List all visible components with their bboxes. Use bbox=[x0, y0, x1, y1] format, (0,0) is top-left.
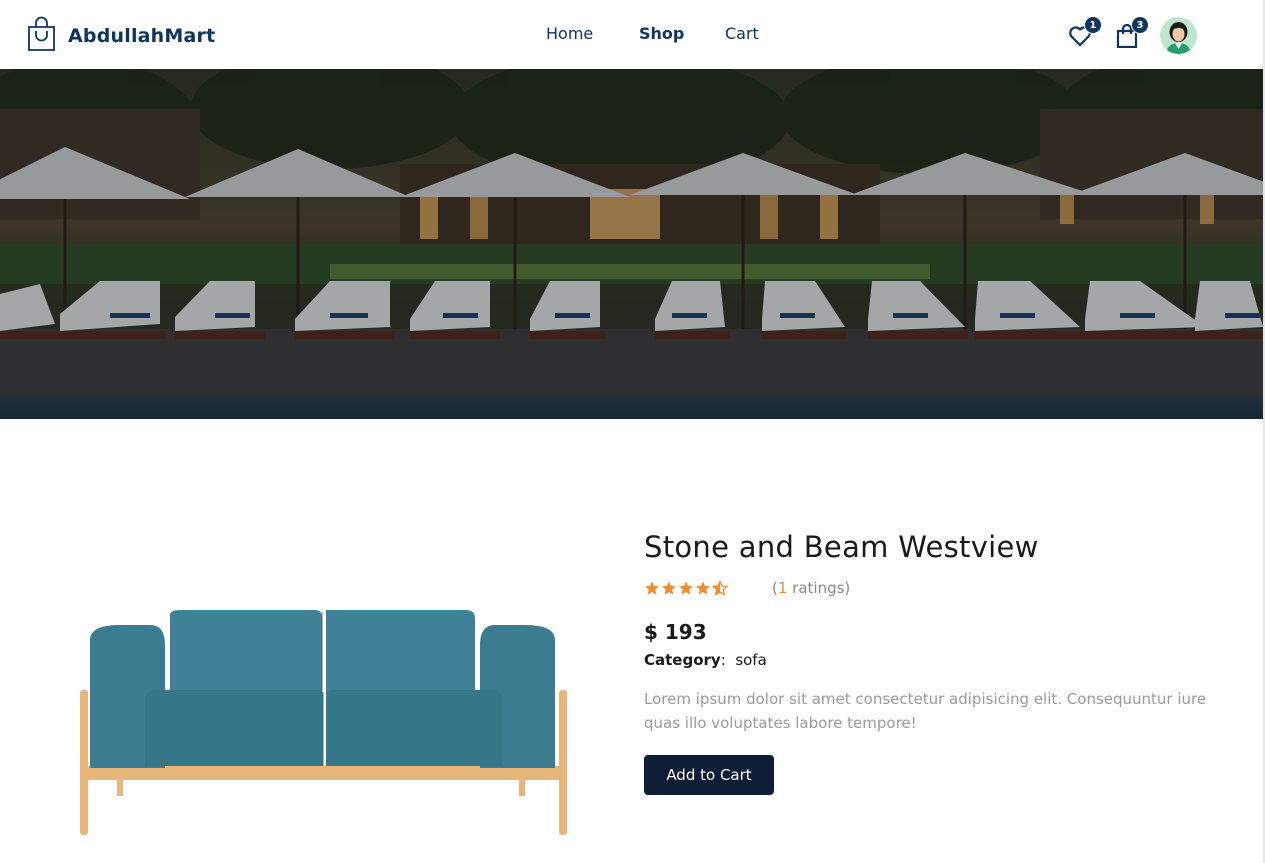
hero-banner bbox=[0, 69, 1263, 419]
category-separator: : bbox=[720, 651, 726, 669]
cart-button[interactable]: 3 bbox=[1115, 16, 1149, 52]
category-label: Category bbox=[644, 651, 721, 669]
bag-icon bbox=[1115, 23, 1139, 52]
brand-name: AbdullahMart bbox=[68, 25, 216, 47]
ratings-count: 1 bbox=[777, 579, 788, 597]
star-rating bbox=[644, 580, 772, 596]
cart-count-badge: 3 bbox=[1131, 16, 1149, 34]
wishlist-button[interactable]: 1 bbox=[1068, 16, 1102, 52]
ratings-label: ratings) bbox=[787, 579, 851, 597]
rating-row: (1 ratings) bbox=[644, 578, 1224, 598]
product-category: Category: sofa bbox=[644, 651, 1224, 669]
star-half-icon bbox=[712, 580, 728, 596]
add-to-cart-button[interactable]: Add to Cart bbox=[644, 755, 774, 795]
wishlist-count-badge: 1 bbox=[1084, 16, 1102, 34]
category-value: sofa bbox=[735, 651, 767, 669]
sofa-image bbox=[80, 610, 567, 835]
star-filled-icon bbox=[645, 581, 659, 595]
heart-icon bbox=[1068, 26, 1092, 52]
shopping-bag-icon bbox=[26, 16, 57, 56]
nav-link-cart[interactable]: Cart bbox=[725, 24, 785, 43]
nav-link-shop[interactable]: Shop bbox=[639, 24, 725, 43]
star-filled-icon bbox=[696, 581, 710, 595]
nav-link-home[interactable]: Home bbox=[546, 24, 639, 43]
product-details: Stone and Beam Westview (1 ratings) $ 19… bbox=[644, 530, 1224, 795]
navbar: AbdullahMart Home Shop Cart 1 3 bbox=[0, 0, 1265, 69]
product-description: Lorem ipsum dolor sit amet consectetur a… bbox=[644, 690, 1207, 732]
star-filled-icon bbox=[662, 581, 676, 595]
product-price: $ 193 bbox=[644, 620, 707, 644]
user-avatar-icon bbox=[1160, 17, 1197, 54]
ratings-summary: (1 ratings) bbox=[772, 579, 850, 597]
main-nav: Home Shop Cart bbox=[546, 24, 785, 43]
hero-image bbox=[0, 69, 1263, 419]
star-filled-icon bbox=[679, 581, 693, 595]
avatar[interactable] bbox=[1160, 17, 1197, 54]
product-image bbox=[70, 600, 575, 845]
brand[interactable]: AbdullahMart bbox=[26, 16, 215, 56]
product-title: Stone and Beam Westview bbox=[644, 530, 1039, 564]
